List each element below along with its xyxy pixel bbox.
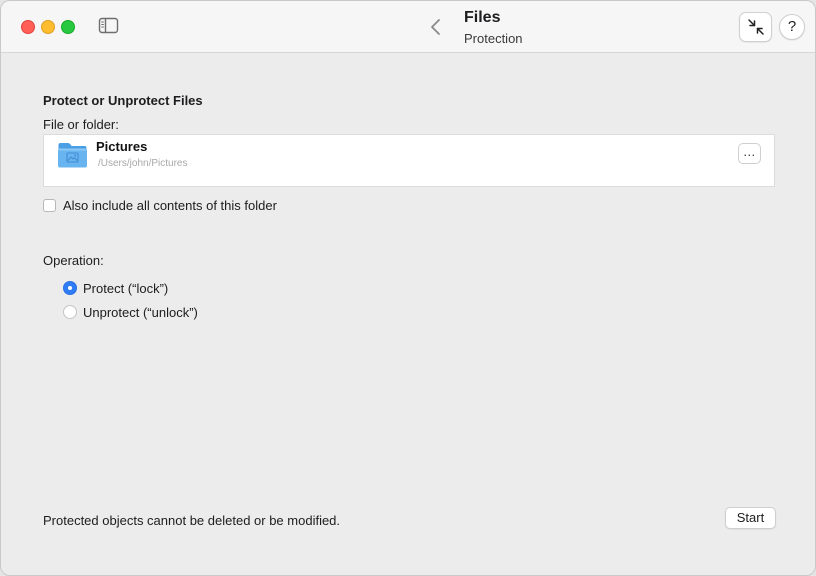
collapse-button[interactable]	[739, 12, 772, 42]
minimize-window-button[interactable]	[41, 20, 55, 34]
radio-unprotect-option[interactable]: Unprotect (“unlock”)	[63, 304, 198, 320]
operation-label: Operation:	[43, 253, 104, 268]
help-button[interactable]: ?	[779, 14, 805, 40]
titlebar: Files Protection ?	[1, 1, 815, 53]
window-subtitle: Protection	[464, 31, 523, 46]
collapse-arrows-icon	[747, 19, 764, 35]
radio-protect-option[interactable]: Protect (“lock”)	[63, 280, 168, 296]
include-contents-option[interactable]: Also include all contents of this folder	[43, 197, 277, 213]
radio-unprotect[interactable]	[63, 305, 77, 319]
close-window-button[interactable]	[21, 20, 35, 34]
sidebar-toggle-icon[interactable]	[98, 17, 120, 35]
chevron-left-icon[interactable]	[427, 16, 445, 38]
footer-note: Protected objects cannot be deleted or b…	[43, 513, 341, 528]
browse-button[interactable]: ...	[738, 143, 761, 164]
file-selector[interactable]: Pictures /Users/john/Pictures ...	[43, 134, 775, 187]
file-name: Pictures	[96, 139, 148, 154]
radio-protect[interactable]	[63, 281, 77, 295]
radio-unprotect-label: Unprotect (“unlock”)	[83, 304, 198, 320]
radio-protect-label: Protect (“lock”)	[83, 280, 169, 296]
include-contents-label: Also include all contents of this folder	[63, 197, 277, 213]
pictures-folder-icon	[57, 141, 88, 169]
window-title: Files	[464, 9, 501, 26]
app-window: Files Protection ? Protect or Unprotect …	[0, 0, 816, 576]
section-title: Protect or Unprotect Files	[43, 93, 203, 108]
include-contents-checkbox[interactable]	[43, 198, 56, 212]
file-field-label: File or folder:	[43, 117, 119, 132]
file-path: /Users/john/Pictures	[98, 158, 188, 169]
start-button[interactable]: Start	[725, 507, 776, 529]
maximize-window-button[interactable]	[61, 20, 75, 34]
